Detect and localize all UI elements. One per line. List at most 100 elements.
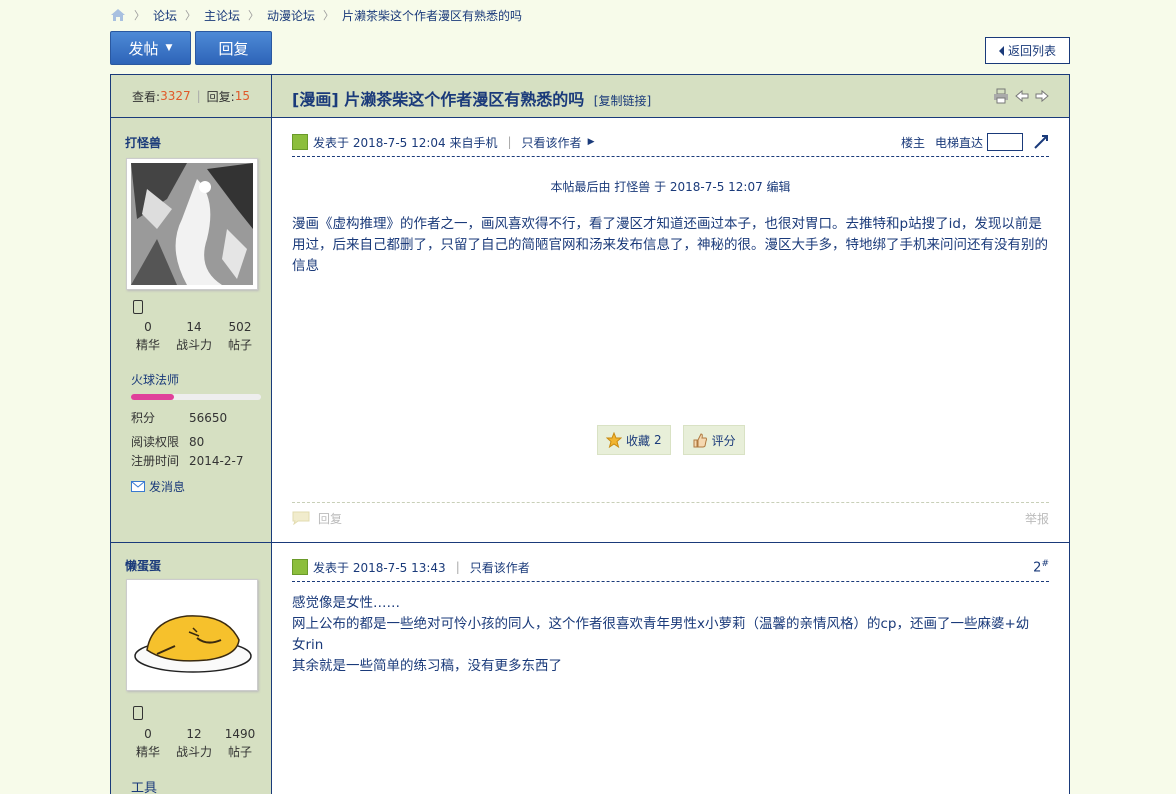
chevron-right-icon: 〉 xyxy=(134,9,145,22)
stat-value: 0 xyxy=(144,727,152,741)
post-line: 感觉像是女性…… xyxy=(292,595,400,611)
rate-button[interactable]: 评分 xyxy=(682,425,745,455)
thread-tools xyxy=(993,88,1049,104)
reply-link[interactable]: 回复 xyxy=(318,510,342,527)
post-date: 发表于 2018-7-5 13:43 xyxy=(313,560,446,575)
breadcrumb-forum[interactable]: 论坛 xyxy=(153,7,177,24)
stat-value: 1490 xyxy=(224,727,256,741)
post-actions: 收藏 2 评分 xyxy=(597,425,745,455)
rank-progress-bar xyxy=(131,394,261,400)
next-thread-icon[interactable] xyxy=(1035,88,1049,104)
author-sidebar: 打怪兽 0 精华 14 战斗力 502 帖子 火球法师 积分 56650 阅读权限 80 … xyxy=(111,118,272,543)
post-body: 漫画《虚构推理》的作者之一，画风喜欢得不行，看了漫区才知道还画过本子，也很对胃口… xyxy=(292,216,1048,274)
post-line: 网上公布的都是一些绝对可怜小孩的同人，这个作者很喜欢青年男性x小萝莉（温馨的亲情… xyxy=(292,616,1030,653)
floor-number[interactable]: 2# xyxy=(1033,559,1049,575)
points-row: 积分 56650 xyxy=(131,409,227,426)
divider: | xyxy=(507,135,512,149)
author-name[interactable]: 打怪兽 xyxy=(125,134,161,151)
print-icon[interactable] xyxy=(993,88,1009,104)
floor-number-sup: # xyxy=(1041,558,1049,569)
stat-label: 帖子 xyxy=(227,338,252,352)
floor-jump-input[interactable] xyxy=(987,133,1023,151)
send-message-label: 发消息 xyxy=(149,480,186,494)
copy-link[interactable]: [复制链接] xyxy=(594,94,651,108)
star-icon xyxy=(606,432,622,448)
stat-label: 帖子 xyxy=(227,745,252,759)
read-permission-row: 阅读权限 80 xyxy=(131,433,204,450)
favorite-label: 收藏 xyxy=(626,433,651,448)
stat-label: 战斗力 xyxy=(175,745,212,759)
user-rank[interactable]: 火球法师 xyxy=(131,371,179,388)
report-link[interactable]: 举报 xyxy=(1025,510,1049,527)
new-post-button[interactable]: 发帖 ▼ xyxy=(110,31,191,65)
chevron-right-icon: 〉 xyxy=(323,9,335,22)
only-author-link[interactable]: 只看该作者 xyxy=(522,134,582,151)
avatar[interactable] xyxy=(126,579,258,691)
stat-combat[interactable]: 14 战斗力 xyxy=(171,318,217,354)
register-date-value: 2014-2-7 xyxy=(189,454,244,468)
favorite-button[interactable]: 收藏 2 xyxy=(597,425,671,455)
post-meta: 发表于 2018-7-5 12:04 来自手机 | 只看该作者 ▶ 楼主 电梯直… xyxy=(292,132,1049,157)
envelope-icon xyxy=(131,481,145,492)
reply-button[interactable]: 回复 xyxy=(195,31,272,65)
divider: | xyxy=(196,89,201,103)
user-icon xyxy=(292,134,308,150)
stat-label: 精华 xyxy=(135,338,160,352)
divider: | xyxy=(455,560,460,574)
stat-value: 14 xyxy=(186,320,202,334)
user-rank[interactable]: 工具 xyxy=(131,777,157,794)
send-message-link[interactable]: 发消息 xyxy=(131,478,185,495)
stat-value: 12 xyxy=(186,727,202,741)
breadcrumb: 〉 论坛 〉 主论坛 〉 动漫论坛 〉 片濑茶柴这个作者漫区有熟悉的吗 xyxy=(110,6,522,24)
post-2: 发表于 2018-7-5 13:43 | 只看该作者 2# 感觉像是女性…… 网… xyxy=(272,543,1069,794)
stat-essence[interactable]: 0 精华 xyxy=(125,318,171,354)
stat-combat[interactable]: 12 战斗力 xyxy=(171,725,217,761)
elevator-icon[interactable] xyxy=(1033,134,1049,150)
author-sidebar: 懒蛋蛋 0 精华 12 战斗力 1490 帖子 工具 xyxy=(111,543,272,794)
author-name[interactable]: 懒蛋蛋 xyxy=(125,557,161,574)
stat-label: 战斗力 xyxy=(175,338,212,352)
back-to-list-button[interactable]: 返回列表 xyxy=(985,37,1070,64)
breadcrumb-anime-forum[interactable]: 动漫论坛 xyxy=(267,7,315,24)
post-date: 发表于 2018-7-5 12:04 来自手机 xyxy=(313,135,498,150)
reply-bubble-icon xyxy=(292,511,310,525)
thread-header: 查看: 3327 | 回复: 15 [漫画] 片濑茶柴这个作者漫区有熟悉的吗 [… xyxy=(111,75,1069,118)
chevron-right-icon: 〉 xyxy=(185,9,197,22)
breadcrumb-main-forum[interactable]: 主论坛 xyxy=(204,7,240,24)
register-date-label: 注册时间 xyxy=(131,454,180,468)
post-meta: 发表于 2018-7-5 13:43 | 只看该作者 2# xyxy=(292,557,1049,582)
thread-stats: 查看: 3327 | 回复: 15 xyxy=(111,75,272,117)
register-date-row: 注册时间 2014-2-7 xyxy=(131,452,243,469)
stat-value: 0 xyxy=(144,320,152,334)
prev-thread-icon[interactable] xyxy=(1015,88,1029,104)
rate-label: 评分 xyxy=(711,433,736,448)
post-line: 其余就是一些简单的练习稿，没有更多东西了 xyxy=(292,658,562,674)
thread-title-text: [漫画] 片濑茶柴这个作者漫区有熟悉的吗 xyxy=(292,90,585,109)
post-1: 发表于 2018-7-5 12:04 来自手机 | 只看该作者 ▶ 楼主 电梯直… xyxy=(272,118,1069,543)
replies-label: 回复: xyxy=(206,89,235,104)
author-stats: 0 精华 14 战斗力 502 帖子 xyxy=(125,318,263,354)
home-icon[interactable] xyxy=(110,8,126,22)
breadcrumb-thread[interactable]: 片濑茶柴这个作者漫区有熟悉的吗 xyxy=(342,7,522,24)
chevron-right-icon: 〉 xyxy=(248,9,260,22)
author-stats: 0 精华 12 战斗力 1490 帖子 xyxy=(125,725,263,761)
avatar[interactable] xyxy=(126,158,258,290)
floor-label: 楼主 xyxy=(900,135,925,150)
mobile-icon xyxy=(133,706,143,720)
views-label: 查看: xyxy=(132,89,161,104)
stat-label: 精华 xyxy=(135,745,160,759)
rank-progress-fill xyxy=(131,394,174,400)
stat-essence[interactable]: 0 精华 xyxy=(125,725,171,761)
jump-label: 电梯直达 xyxy=(934,135,983,150)
thread-table: 查看: 3327 | 回复: 15 [漫画] 片濑茶柴这个作者漫区有熟悉的吗 [… xyxy=(110,74,1070,794)
post-footer: 回复 举报 xyxy=(292,502,1049,533)
read-permission-label: 阅读权限 xyxy=(131,435,180,449)
caret-down-icon: ▼ xyxy=(165,43,173,53)
post-nav: 楼主 电梯直达 xyxy=(901,133,1049,151)
stat-posts[interactable]: 502 帖子 xyxy=(217,318,263,354)
only-author-link[interactable]: 只看该作者 xyxy=(470,559,530,576)
edit-notice: 本帖最后由 打怪兽 于 2018-7-5 12:07 编辑 xyxy=(550,180,791,194)
replies-count: 15 xyxy=(234,89,250,103)
stat-posts[interactable]: 1490 帖子 xyxy=(217,725,263,761)
points-value: 56650 xyxy=(189,411,228,425)
